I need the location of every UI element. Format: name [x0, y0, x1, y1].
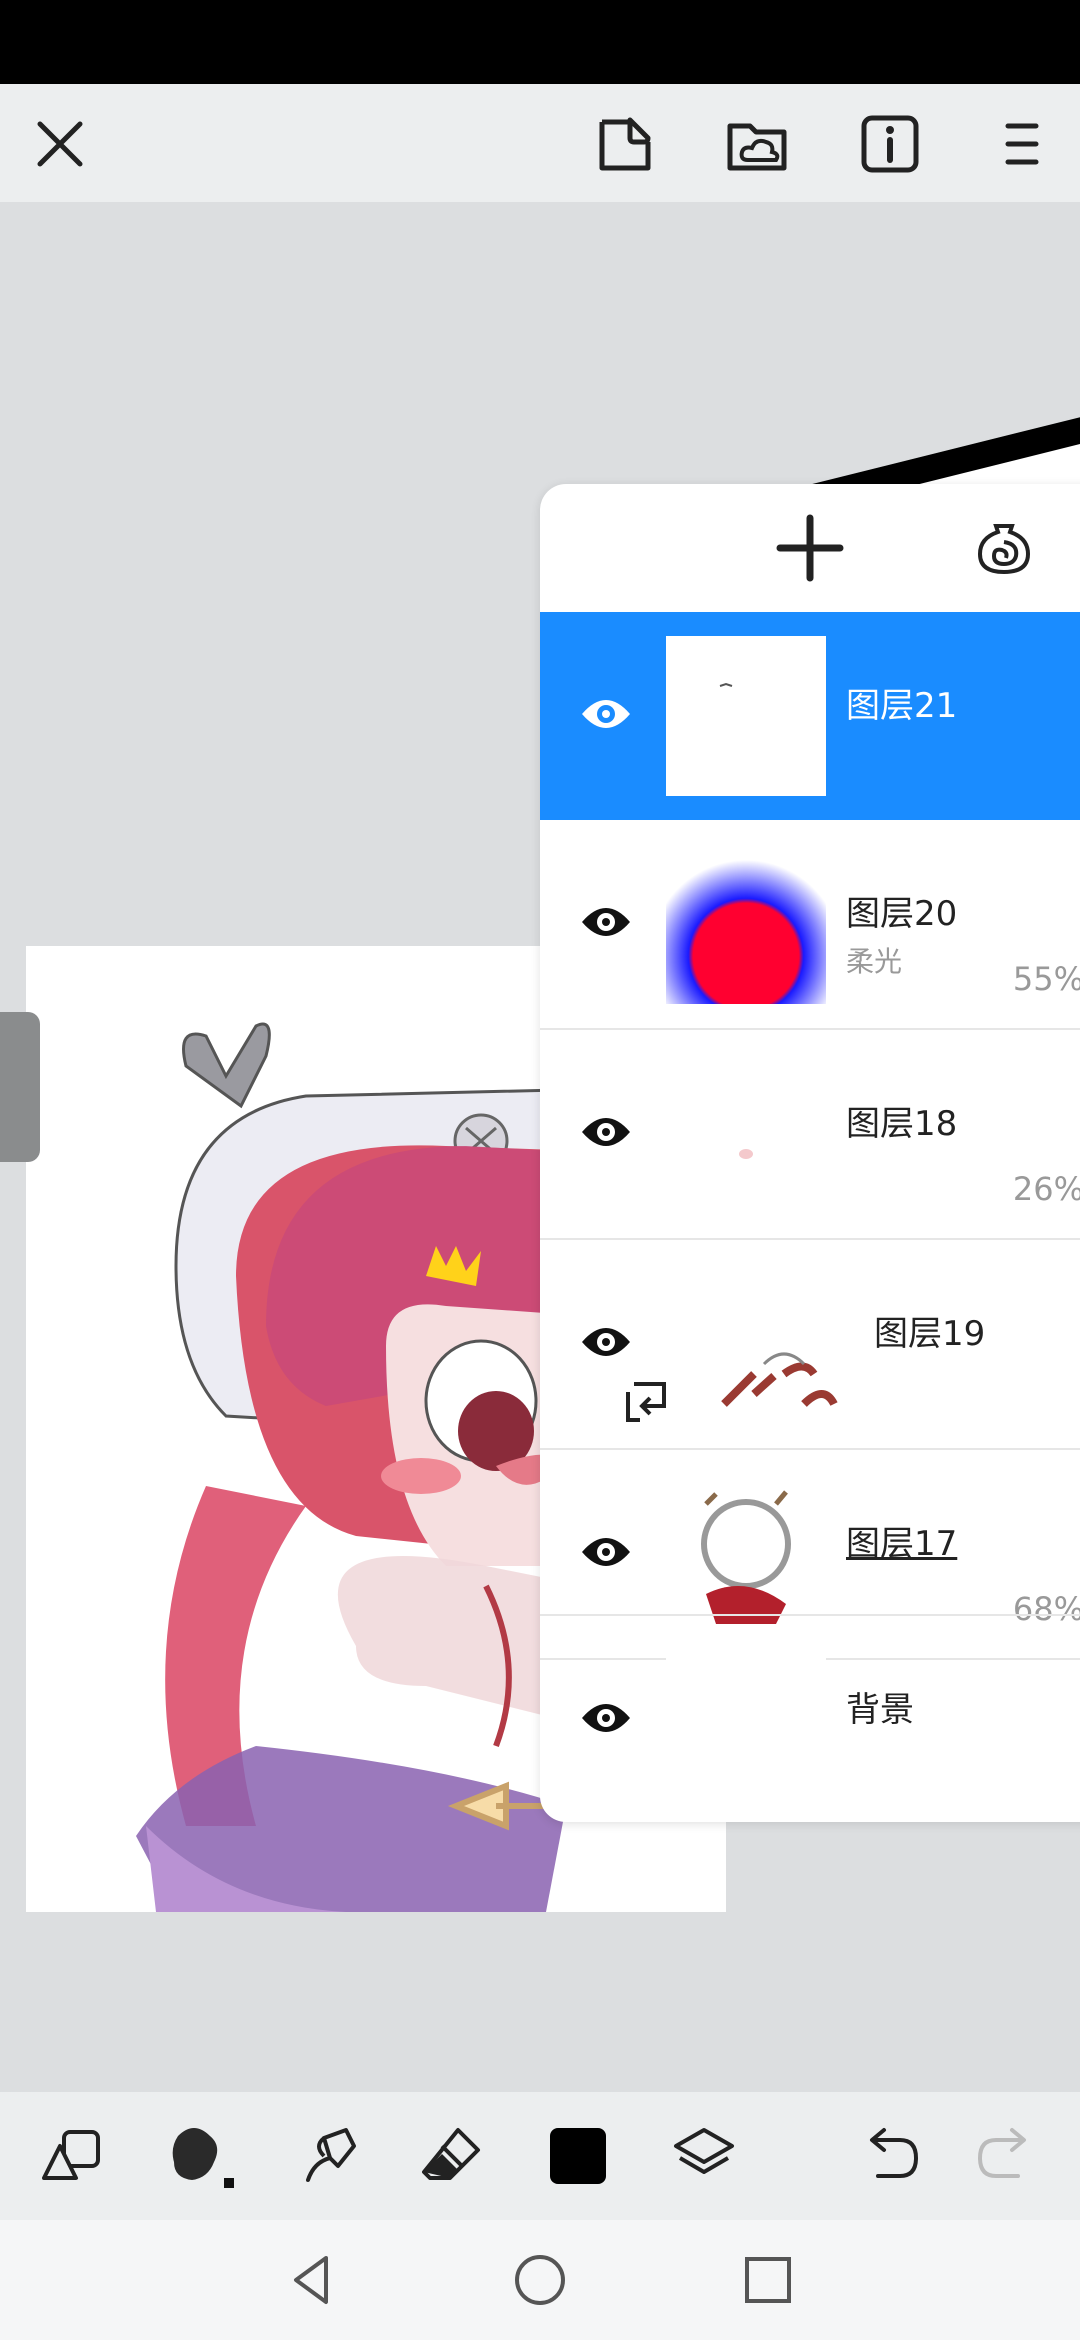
recents-icon[interactable]	[738, 2250, 798, 2310]
layer-thumbnail	[666, 1474, 826, 1634]
layer-opacity: 55%	[1012, 960, 1080, 998]
add-layer-icon[interactable]	[770, 508, 850, 588]
redo-icon[interactable]	[968, 2118, 1044, 2194]
blend-mode-label: 柔光	[846, 945, 903, 978]
color-swatch[interactable]	[540, 2118, 616, 2194]
layers-panel-header	[540, 484, 1080, 612]
system-navigation-bar	[0, 2220, 1080, 2340]
info-icon[interactable]	[854, 108, 926, 180]
eraser-icon[interactable]	[414, 2118, 490, 2194]
canvas-scroll-handle[interactable]	[0, 1012, 40, 1162]
layers-icon[interactable]	[666, 2118, 742, 2194]
layers-panel: 图层21 图层20 柔光 55% 图层18 26% 图层19 图层17 68% …	[540, 484, 1080, 1822]
close-icon[interactable]	[24, 108, 96, 180]
layer-name: 图层18	[846, 1104, 958, 1144]
layer-row-18[interactable]: 图层18 26%	[540, 1030, 1080, 1240]
layer-name: 图层17	[846, 1524, 958, 1564]
visibility-eye-icon[interactable]	[578, 1320, 634, 1364]
layer-thumbnail	[666, 636, 826, 796]
layer-thumbnail	[694, 1264, 854, 1424]
layer-row-19[interactable]: 图层19	[540, 1240, 1080, 1450]
layer-effect-icon[interactable]	[972, 516, 1036, 580]
sticker-icon[interactable]	[590, 108, 662, 180]
visibility-eye-icon[interactable]	[578, 692, 634, 736]
layer-opacity: 26%	[1012, 1170, 1080, 1208]
visibility-eye-icon[interactable]	[578, 1110, 634, 1154]
visibility-eye-icon[interactable]	[578, 1696, 634, 1740]
menu-icon[interactable]	[984, 108, 1056, 180]
layer-name: 背景	[846, 1690, 914, 1730]
layer-name: 图层20	[846, 894, 958, 934]
visibility-eye-icon[interactable]	[578, 1530, 634, 1574]
layer-thumbnail	[666, 1640, 826, 1800]
back-icon[interactable]	[282, 2250, 342, 2310]
status-bar	[0, 0, 1080, 84]
layer-row-21[interactable]: 图层21	[540, 612, 1080, 820]
cloud-folder-icon[interactable]	[722, 108, 794, 180]
bottom-toolbar	[0, 2092, 1080, 2220]
shapes-icon[interactable]	[36, 2118, 112, 2194]
layer-row-20[interactable]: 图层20 柔光 55%	[540, 820, 1080, 1030]
layer-thumbnail	[666, 1054, 826, 1214]
top-toolbar	[0, 84, 1080, 202]
smudge-icon[interactable]	[290, 2118, 366, 2194]
layer-row-background[interactable]: 背景	[540, 1614, 1080, 1822]
home-icon[interactable]	[510, 2250, 570, 2310]
layer-thumbnail	[666, 844, 826, 1004]
brush-icon[interactable]	[164, 2118, 240, 2194]
layer-name: 图层21	[846, 686, 958, 726]
layer-name: 图层19	[874, 1314, 986, 1354]
visibility-eye-icon[interactable]	[578, 900, 634, 944]
clipping-mask-icon	[620, 1376, 672, 1424]
undo-icon[interactable]	[852, 2118, 928, 2194]
